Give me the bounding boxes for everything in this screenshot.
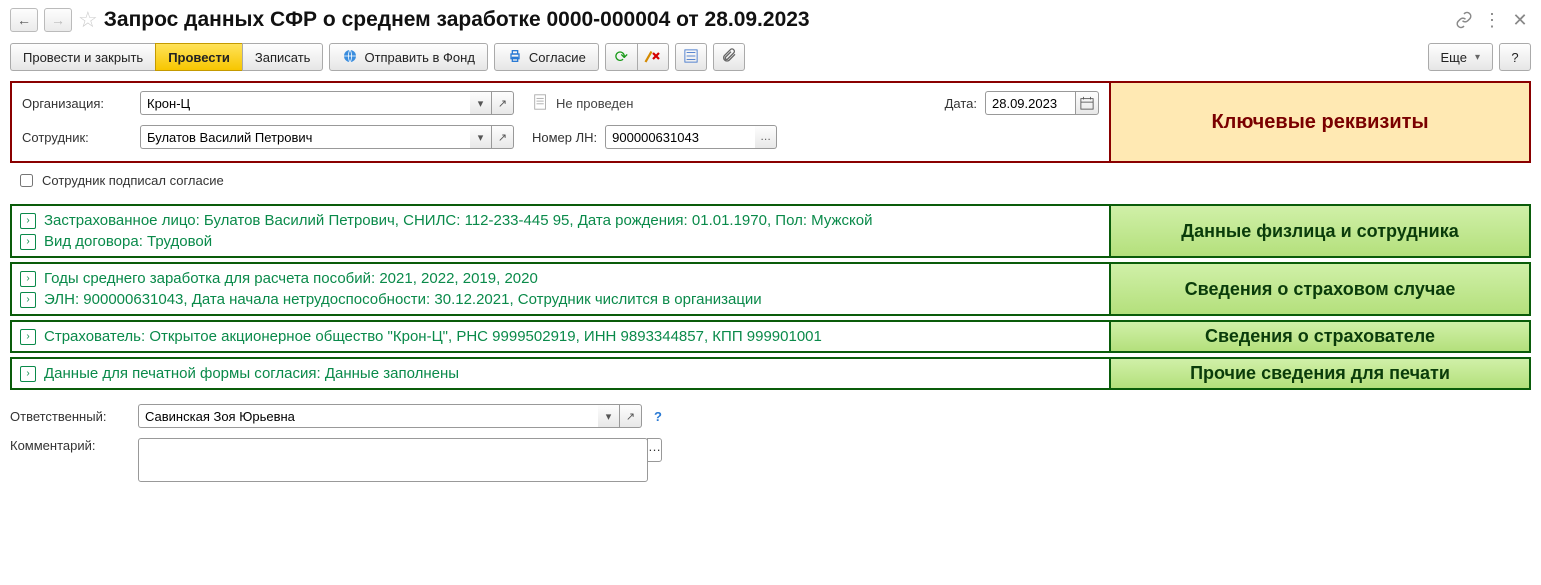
globe-icon xyxy=(342,48,358,67)
post-and-close-button[interactable]: Провести и закрыть xyxy=(10,43,155,71)
clear-post-button[interactable] xyxy=(637,43,669,71)
send-to-fund-button[interactable]: Отправить в Фонд xyxy=(329,43,487,71)
employee-input[interactable] xyxy=(140,125,470,149)
info-panel: › Данные для печатной формы согласия: Дан… xyxy=(10,357,1531,390)
info-panel: › Годы среднего заработка для расчета пос… xyxy=(10,262,1531,316)
ln-label: Номер ЛН: xyxy=(532,130,597,145)
expandable-row-text: Годы среднего заработка для расчета посо… xyxy=(44,270,538,287)
org-label: Организация: xyxy=(22,96,132,111)
printer-icon xyxy=(507,48,523,67)
chevron-right-icon: › xyxy=(20,292,36,308)
panel-title: Данные физлица и сотрудника xyxy=(1109,206,1529,256)
chevron-right-icon: › xyxy=(20,234,36,250)
comment-expand-button[interactable]: … xyxy=(647,438,662,462)
ln-input[interactable] xyxy=(605,125,755,149)
post-button[interactable]: Провести xyxy=(155,43,242,71)
clear-post-icon xyxy=(644,48,662,67)
toolbar: Провести и закрыть Провести Записать Отп… xyxy=(10,39,1531,81)
responsible-dropdown-button[interactable]: ▾ xyxy=(598,404,620,428)
panel-title: Сведения о страховом случае xyxy=(1109,264,1529,314)
close-icon[interactable]: ✕ xyxy=(1509,9,1531,31)
list-icon xyxy=(684,49,698,66)
favorite-star-icon[interactable]: ☆ xyxy=(78,7,98,33)
consent-checkbox[interactable] xyxy=(20,174,33,187)
link-icon[interactable] xyxy=(1453,9,1475,31)
chevron-down-icon: ▾ xyxy=(1475,52,1480,63)
chevron-right-icon: › xyxy=(20,213,36,229)
date-picker-button[interactable] xyxy=(1075,91,1099,115)
expandable-row[interactable]: › Застрахованное лицо: Булатов Василий Пе… xyxy=(20,212,1101,229)
responsible-help-icon[interactable]: ? xyxy=(654,409,662,424)
more-button[interactable]: Еще▾ xyxy=(1428,43,1493,71)
expandable-row-text: Застрахованное лицо: Булатов Василий Пет… xyxy=(44,212,873,229)
expandable-row-text: ЭЛН: 900000631043, Дата начала нетрудосп… xyxy=(44,291,762,308)
document-status-icon xyxy=(532,93,550,114)
expandable-row-text: Данные для печатной формы согласия: Данн… xyxy=(44,365,459,382)
expandable-row-text: Вид договора: Трудовой xyxy=(44,233,212,250)
chevron-right-icon: › xyxy=(20,366,36,382)
nav-back-button[interactable]: ← xyxy=(10,8,38,32)
expandable-row-text: Страхователь: Открытое акционерное общес… xyxy=(44,328,822,345)
panel-title: Прочие сведения для печати xyxy=(1109,359,1529,388)
responsible-label: Ответственный: xyxy=(10,409,130,424)
responsible-open-button[interactable]: ↗ xyxy=(620,404,642,428)
responsible-input[interactable] xyxy=(138,404,598,428)
expandable-row[interactable]: › Данные для печатной формы согласия: Дан… xyxy=(20,365,1101,382)
key-requisites-title: Ключевые реквизиты xyxy=(1109,83,1529,161)
expandable-row[interactable]: › Страхователь: Открытое акционерное обще… xyxy=(20,328,1101,345)
date-input[interactable] xyxy=(985,91,1075,115)
chevron-right-icon: › xyxy=(20,271,36,287)
key-requisites-panel: Организация: ▾ ↗ Не проведен Дата: xyxy=(10,81,1531,163)
expandable-row[interactable]: › Годы среднего заработка для расчета пос… xyxy=(20,270,1101,287)
employee-dropdown-button[interactable]: ▾ xyxy=(470,125,492,149)
attachments-button[interactable] xyxy=(713,43,745,71)
nav-forward-button[interactable]: → xyxy=(44,8,72,32)
post-status-text: Не проведен xyxy=(556,96,633,111)
employee-label: Сотрудник: xyxy=(22,130,132,145)
paperclip-icon xyxy=(721,47,737,68)
date-label: Дата: xyxy=(945,96,977,111)
info-panel: › Застрахованное лицо: Булатов Василий Пе… xyxy=(10,204,1531,258)
comment-input[interactable] xyxy=(138,438,648,482)
write-button[interactable]: Записать xyxy=(242,43,324,71)
ln-select-button[interactable]: … xyxy=(755,125,777,149)
org-open-button[interactable]: ↗ xyxy=(492,91,514,115)
help-button[interactable]: ? xyxy=(1499,43,1531,71)
consent-checkbox-label: Сотрудник подписал согласие xyxy=(42,173,224,188)
org-input[interactable] xyxy=(140,91,470,115)
kebab-menu-icon[interactable]: ⋮ xyxy=(1481,9,1503,31)
refresh-icon: ⟳ xyxy=(615,47,628,67)
page-title: Запрос данных СФР о среднем заработке 00… xyxy=(104,8,810,32)
panel-title: Сведения о страхователе xyxy=(1109,322,1529,351)
comment-label: Комментарий: xyxy=(10,438,130,453)
expandable-row[interactable]: › Вид договора: Трудовой xyxy=(20,233,1101,250)
title-bar: ← → ☆ Запрос данных СФР о среднем зарабо… xyxy=(10,5,1531,39)
chevron-right-icon: › xyxy=(20,329,36,345)
structure-button[interactable] xyxy=(675,43,707,71)
consent-button[interactable]: Согласие xyxy=(494,43,599,71)
refresh-button[interactable]: ⟳ xyxy=(605,43,637,71)
info-panel: › Страхователь: Открытое акционерное обще… xyxy=(10,320,1531,353)
org-dropdown-button[interactable]: ▾ xyxy=(470,91,492,115)
expandable-row[interactable]: › ЭЛН: 900000631043, Дата начала нетрудос… xyxy=(20,291,1101,308)
employee-open-button[interactable]: ↗ xyxy=(492,125,514,149)
